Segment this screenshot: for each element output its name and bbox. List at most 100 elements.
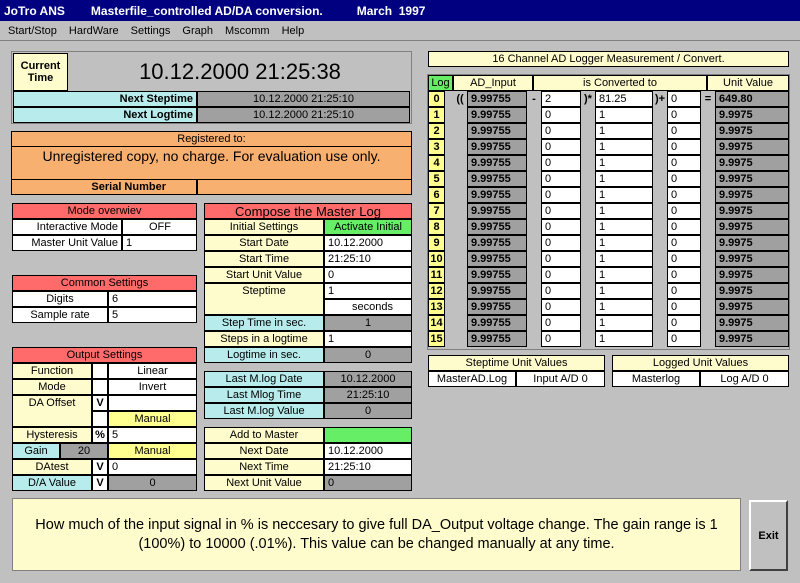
mode-value[interactable]: Invert bbox=[108, 379, 197, 395]
digits-field[interactable]: 6 bbox=[108, 291, 197, 307]
multiply-field[interactable]: 1 bbox=[595, 203, 653, 219]
menu-settings[interactable]: Settings bbox=[131, 25, 171, 37]
multiply-field[interactable]: 1 bbox=[595, 219, 653, 235]
multiply-field[interactable]: 1 bbox=[595, 139, 653, 155]
menu-mscomm[interactable]: Mscomm bbox=[225, 25, 270, 37]
exit-button[interactable]: Exit bbox=[749, 500, 788, 571]
da-offset-manual-button[interactable]: Manual bbox=[108, 411, 197, 427]
multiply-field[interactable]: 1 bbox=[595, 283, 653, 299]
multiply-field[interactable]: 1 bbox=[595, 315, 653, 331]
subtract-field[interactable]: 0 bbox=[541, 203, 581, 219]
steptime-unit-values-header: Steptime Unit Values bbox=[428, 355, 605, 371]
ad-input-value: 9.99755 bbox=[467, 139, 527, 155]
steptime-unit-selector[interactable]: seconds bbox=[324, 299, 412, 315]
ad-input-value: 9.99755 bbox=[467, 171, 527, 187]
hysteresis-field[interactable]: 5 bbox=[108, 427, 197, 443]
subtract-field[interactable]: 0 bbox=[541, 283, 581, 299]
steptime-field[interactable]: 1 bbox=[324, 283, 412, 299]
menu-start-stop[interactable]: Start/Stop bbox=[8, 25, 57, 37]
subtract-field[interactable]: 0 bbox=[541, 219, 581, 235]
add-field[interactable]: 0 bbox=[667, 331, 701, 347]
steps-in-logtime-field[interactable]: 1 bbox=[324, 331, 412, 347]
add-field[interactable]: 0 bbox=[667, 219, 701, 235]
gain-manual-button[interactable]: Manual bbox=[108, 443, 197, 459]
mode-spacer bbox=[92, 379, 108, 395]
add-field[interactable]: 0 bbox=[667, 155, 701, 171]
menu-bar: Start/Stop HardWare Settings Graph Mscom… bbox=[0, 21, 800, 41]
subtract-field[interactable]: 0 bbox=[541, 107, 581, 123]
times-sign: )* bbox=[584, 92, 592, 105]
multiply-field[interactable]: 1 bbox=[595, 171, 653, 187]
logtime-sec-label: Logtime in sec. bbox=[204, 347, 324, 363]
subtract-field[interactable]: 0 bbox=[541, 267, 581, 283]
add-field[interactable]: 0 bbox=[667, 267, 701, 283]
add-field[interactable]: 0 bbox=[667, 251, 701, 267]
title-bar: JoTro ANS Masterfile_controlled AD/DA co… bbox=[0, 0, 800, 21]
function-value[interactable]: Linear bbox=[108, 363, 197, 379]
channel-label: 12 bbox=[428, 283, 445, 299]
next-time-field[interactable]: 21:25:10 bbox=[324, 459, 412, 475]
unit-value-display: 649.80 bbox=[715, 91, 789, 107]
subtract-field[interactable]: 0 bbox=[541, 299, 581, 315]
multiply-field[interactable]: 1 bbox=[595, 107, 653, 123]
gain-value: 20 bbox=[60, 443, 108, 459]
menu-help[interactable]: Help bbox=[282, 25, 305, 37]
hysteresis-label: Hysteresis bbox=[12, 427, 92, 443]
add-field[interactable]: 0 bbox=[667, 91, 701, 107]
multiply-field[interactable]: 1 bbox=[595, 267, 653, 283]
start-time-field[interactable]: 21:25:10 bbox=[324, 251, 412, 267]
subtract-field[interactable]: 0 bbox=[541, 187, 581, 203]
datest-field[interactable]: 0 bbox=[108, 459, 197, 475]
subtract-field[interactable]: 0 bbox=[541, 235, 581, 251]
steptime-file: MasterAD.Log bbox=[428, 371, 516, 387]
sample-rate-field[interactable]: 5 bbox=[108, 307, 197, 323]
subtract-field[interactable]: 0 bbox=[541, 251, 581, 267]
subtract-field[interactable]: 0 bbox=[541, 123, 581, 139]
last-mlog-time-label: Last Mlog Time bbox=[204, 387, 324, 403]
start-date-field[interactable]: 10.12.2000 bbox=[324, 235, 412, 251]
multiply-field[interactable]: 81.25 bbox=[595, 91, 653, 107]
subtract-field[interactable]: 0 bbox=[541, 315, 581, 331]
multiply-field[interactable]: 1 bbox=[595, 299, 653, 315]
menu-graph[interactable]: Graph bbox=[182, 25, 213, 37]
multiply-field[interactable]: 1 bbox=[595, 251, 653, 267]
add-field[interactable]: 0 bbox=[667, 283, 701, 299]
subtract-field[interactable]: 0 bbox=[541, 139, 581, 155]
add-field[interactable]: 0 bbox=[667, 171, 701, 187]
multiply-field[interactable]: 1 bbox=[595, 123, 653, 139]
multiply-field[interactable]: 1 bbox=[595, 331, 653, 347]
subtract-field[interactable]: 2 bbox=[541, 91, 581, 107]
subtract-field[interactable]: 0 bbox=[541, 331, 581, 347]
multiply-field[interactable]: 1 bbox=[595, 235, 653, 251]
add-field[interactable]: 0 bbox=[667, 139, 701, 155]
channel-label: 14 bbox=[428, 315, 445, 331]
add-field[interactable]: 0 bbox=[667, 315, 701, 331]
master-unit-value-label: Master Unit Value bbox=[12, 235, 122, 251]
multiply-field[interactable]: 1 bbox=[595, 187, 653, 203]
multiply-field[interactable]: 1 bbox=[595, 155, 653, 171]
channel-label: 5 bbox=[428, 171, 445, 187]
add-field[interactable]: 0 bbox=[667, 235, 701, 251]
menu-hardware[interactable]: HardWare bbox=[69, 25, 119, 37]
activate-initial-button[interactable]: Activate Initial bbox=[324, 219, 412, 235]
unit-value-display: 9.9975 bbox=[715, 315, 789, 331]
interactive-mode-value[interactable]: OFF bbox=[122, 219, 197, 235]
unit-value-display: 9.9975 bbox=[715, 235, 789, 251]
subtract-field[interactable]: 0 bbox=[541, 171, 581, 187]
function-spacer bbox=[92, 363, 108, 379]
sample-rate-label: Sample rate bbox=[12, 307, 108, 323]
add-field[interactable]: 0 bbox=[667, 187, 701, 203]
master-unit-value-field[interactable]: 1 bbox=[122, 235, 197, 251]
channel-label: 6 bbox=[428, 187, 445, 203]
subtract-field[interactable]: 0 bbox=[541, 155, 581, 171]
add-field[interactable]: 0 bbox=[667, 107, 701, 123]
window-caption: Masterfile_controlled AD/DA conversion. bbox=[90, 3, 323, 18]
next-date-field[interactable]: 10.12.2000 bbox=[324, 443, 412, 459]
add-to-master-button[interactable] bbox=[324, 427, 412, 443]
add-field[interactable]: 0 bbox=[667, 203, 701, 219]
add-field[interactable]: 0 bbox=[667, 299, 701, 315]
logger-title: 16 Channel AD Logger Measurement / Conve… bbox=[428, 51, 789, 67]
add-field[interactable]: 0 bbox=[667, 123, 701, 139]
da-offset-field[interactable] bbox=[108, 395, 197, 411]
start-unit-value-field[interactable]: 0 bbox=[324, 267, 412, 283]
